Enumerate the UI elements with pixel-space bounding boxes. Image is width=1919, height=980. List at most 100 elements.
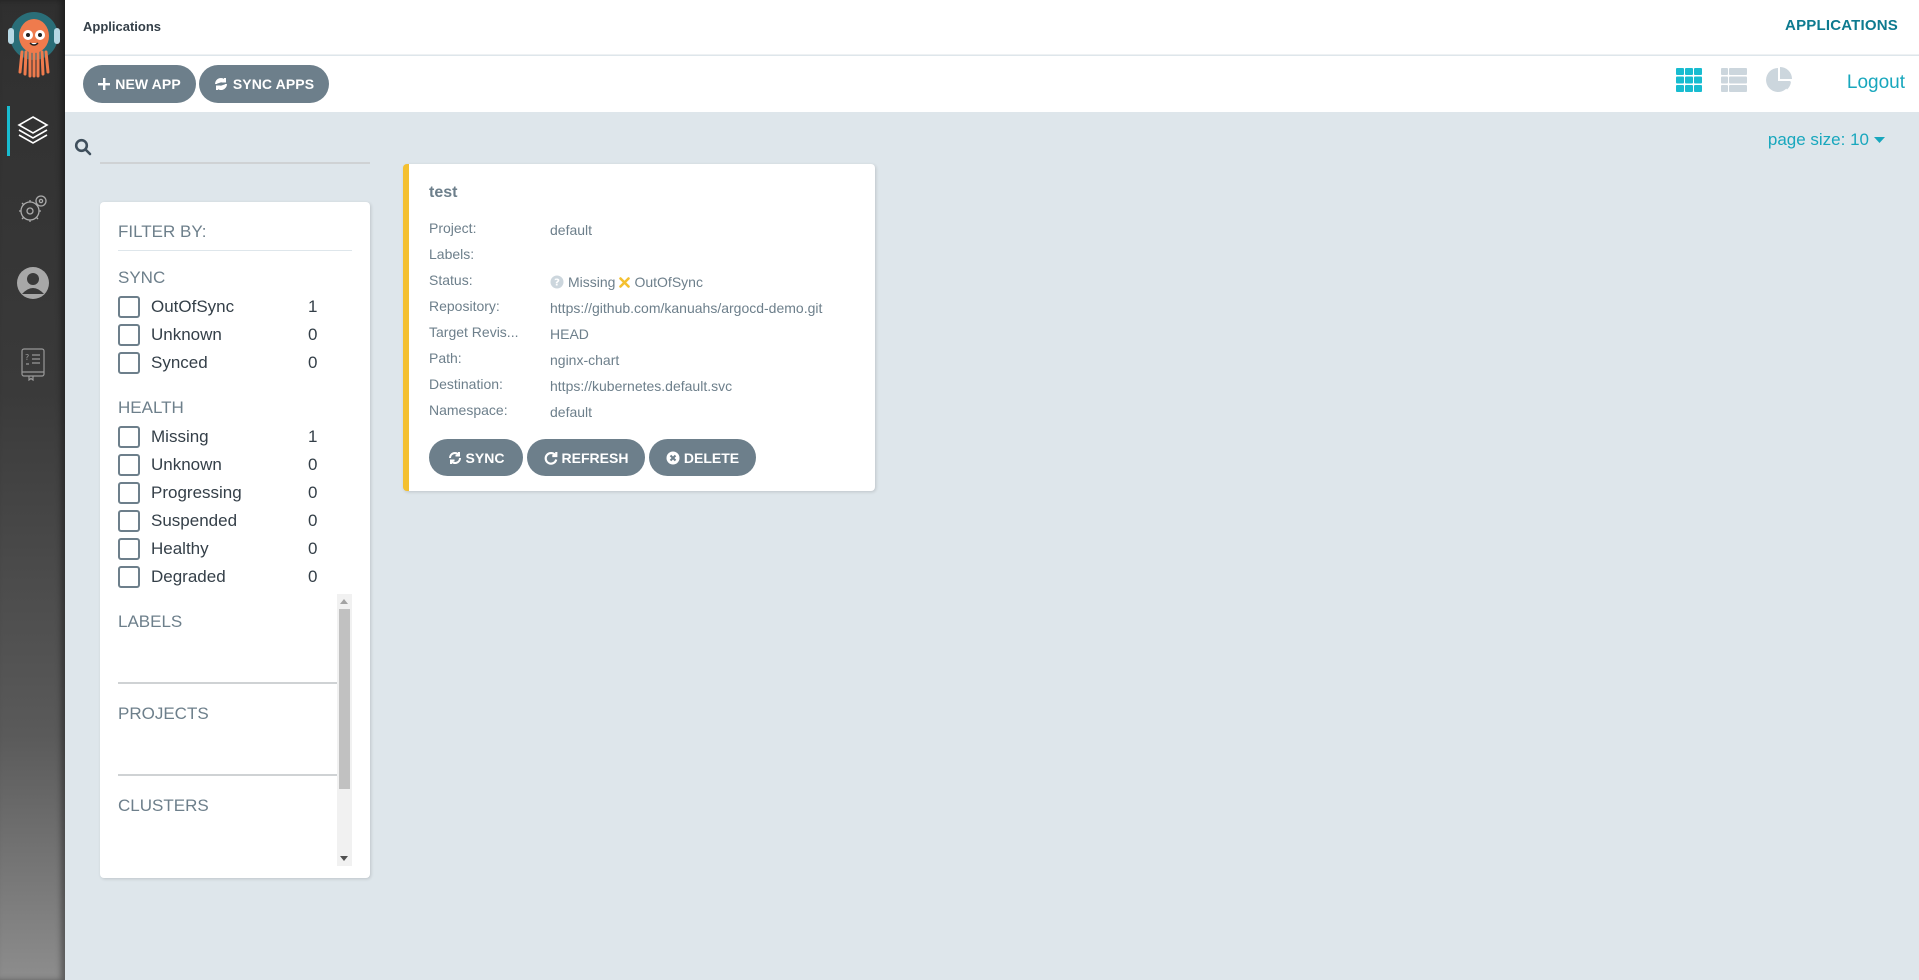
delete-button-label: DELETE [683, 449, 740, 466]
checkbox[interactable] [118, 352, 140, 374]
filter-label: Suspended [151, 511, 238, 530]
filter-scrollbar[interactable] [337, 594, 352, 866]
filter-count: 0 [308, 483, 318, 502]
checkbox[interactable] [118, 538, 140, 560]
sidebar-item-applications[interactable] [0, 100, 65, 160]
page-size-dropdown[interactable]: page size: 10 [1768, 130, 1885, 150]
sync-apps-button[interactable]: SYNC APPS [199, 65, 329, 103]
filter-count: 0 [308, 325, 318, 344]
application-card[interactable]: test Project: default Labels: Status: ? … [403, 164, 875, 491]
filter-label: Progressing [151, 483, 242, 502]
filter-sync-unknown[interactable]: Unknown 0 [118, 323, 328, 347]
scroll-down-arrow-icon[interactable] [340, 856, 348, 861]
labels-filter-heading: LABELS [118, 612, 183, 631]
refresh-icon [544, 451, 557, 465]
filter-label: Unknown [151, 455, 222, 474]
checkbox[interactable] [118, 454, 140, 476]
filter-sync-synced[interactable]: Synced 0 [118, 351, 328, 375]
app-name: test [429, 184, 458, 201]
filter-count: 0 [308, 455, 318, 474]
layers-icon [16, 116, 49, 144]
card-row-namespace: Namespace: default [429, 402, 592, 422]
refresh-button-label: REFRESH [561, 449, 629, 466]
filter-title: FILTER BY: [118, 222, 352, 251]
card-row-labels: Labels: [429, 246, 550, 266]
field-value: default [550, 404, 593, 420]
new-app-button[interactable]: NEW APP [83, 65, 196, 103]
filter-health-healthy[interactable]: Healthy 0 [118, 537, 328, 561]
projects-filter-heading: PROJECTS [118, 704, 209, 723]
field-key: Project: [429, 220, 477, 236]
scrollbar-thumb[interactable] [339, 609, 350, 789]
field-value: HEAD [550, 326, 589, 342]
labels-filter-input[interactable] [118, 682, 338, 684]
svg-text:?: ? [25, 353, 29, 362]
sync-filter-heading: SYNC [118, 268, 166, 287]
question-circle-icon: ? [550, 275, 564, 289]
tiles-view-icon[interactable] [1675, 66, 1703, 94]
checkbox[interactable] [118, 296, 140, 318]
field-value: https://github.com/kanuahs/argocd-demo.g… [550, 300, 823, 316]
search-icon [74, 138, 92, 156]
sidebar-item-user-info[interactable] [0, 253, 65, 313]
sidebar-item-documentation[interactable]: ? [0, 334, 65, 394]
filter-label: Missing [151, 427, 209, 446]
filter-health-progressing[interactable]: Progressing 0 [118, 481, 328, 505]
gears-icon [18, 195, 47, 222]
filter-sync-outofsync[interactable]: OutOfSync 1 [118, 295, 328, 319]
clusters-filter-heading: CLUSTERS [118, 796, 209, 815]
checkbox[interactable] [118, 482, 140, 504]
filter-health-unknown[interactable]: Unknown 0 [118, 453, 328, 477]
checkbox[interactable] [118, 510, 140, 532]
filter-label: Synced [151, 353, 208, 372]
card-row-path: Path: nginx-chart [429, 350, 619, 370]
checkbox[interactable] [118, 426, 140, 448]
health-filter-heading: HEALTH [118, 398, 184, 417]
page-title: Applications [83, 19, 162, 34]
applications-breadcrumb-link[interactable]: APPLICATIONS [1785, 17, 1898, 34]
caret-down-icon [1874, 136, 1885, 143]
filter-health-degraded[interactable]: Degraded 0 [118, 565, 328, 589]
health-status: Missing [568, 274, 616, 290]
sync-status: OutOfSync [634, 274, 703, 290]
filter-health-missing[interactable]: Missing 1 [118, 425, 328, 449]
field-key: Path: [429, 350, 462, 366]
delete-button[interactable]: DELETE [649, 439, 756, 476]
logout-link[interactable]: Logout [1847, 72, 1905, 94]
toolbar: NEW APP SYNC APPS Logout [65, 56, 1919, 112]
filter-count: 1 [308, 297, 318, 316]
filter-count: 0 [308, 539, 318, 558]
search-input[interactable] [100, 132, 370, 164]
projects-filter-input[interactable] [118, 774, 338, 776]
checkbox[interactable] [118, 324, 140, 346]
view-switcher [1675, 66, 1793, 94]
scroll-up-arrow-icon[interactable] [340, 599, 348, 604]
user-icon [16, 267, 49, 299]
field-key: Target Revis... [429, 324, 519, 340]
filter-health-suspended[interactable]: Suspended 0 [118, 509, 328, 533]
filter-label: Healthy [151, 539, 209, 558]
card-row-repository: Repository: https://github.com/kanuahs/a… [429, 298, 822, 318]
pie-chart-view-icon[interactable] [1765, 66, 1793, 94]
field-key: Destination: [429, 376, 503, 392]
filter-label: Degraded [151, 567, 226, 586]
argo-logo[interactable] [8, 10, 60, 78]
list-view-icon[interactable] [1720, 66, 1748, 94]
filter-label: Unknown [151, 325, 222, 344]
sidebar: ? [0, 0, 65, 980]
filter-count: 0 [308, 353, 318, 372]
sync-button[interactable]: SYNC [429, 439, 523, 476]
times-circle-icon [666, 451, 680, 464]
sync-button-label: SYNC [465, 449, 505, 466]
sync-apps-label: SYNC APPS [232, 76, 315, 92]
refresh-button[interactable]: REFRESH [527, 439, 645, 476]
field-value: ? Missing OutOfSync [550, 272, 703, 292]
field-key: Repository: [429, 298, 500, 314]
sidebar-item-settings[interactable] [0, 178, 65, 238]
card-row-destination: Destination: https://kubernetes.default.… [429, 376, 732, 396]
checkbox[interactable] [118, 566, 140, 588]
plus-icon [98, 78, 111, 90]
field-key: Status: [429, 272, 473, 288]
filter-count: 1 [308, 427, 318, 446]
card-row-project: Project: default [429, 220, 592, 240]
